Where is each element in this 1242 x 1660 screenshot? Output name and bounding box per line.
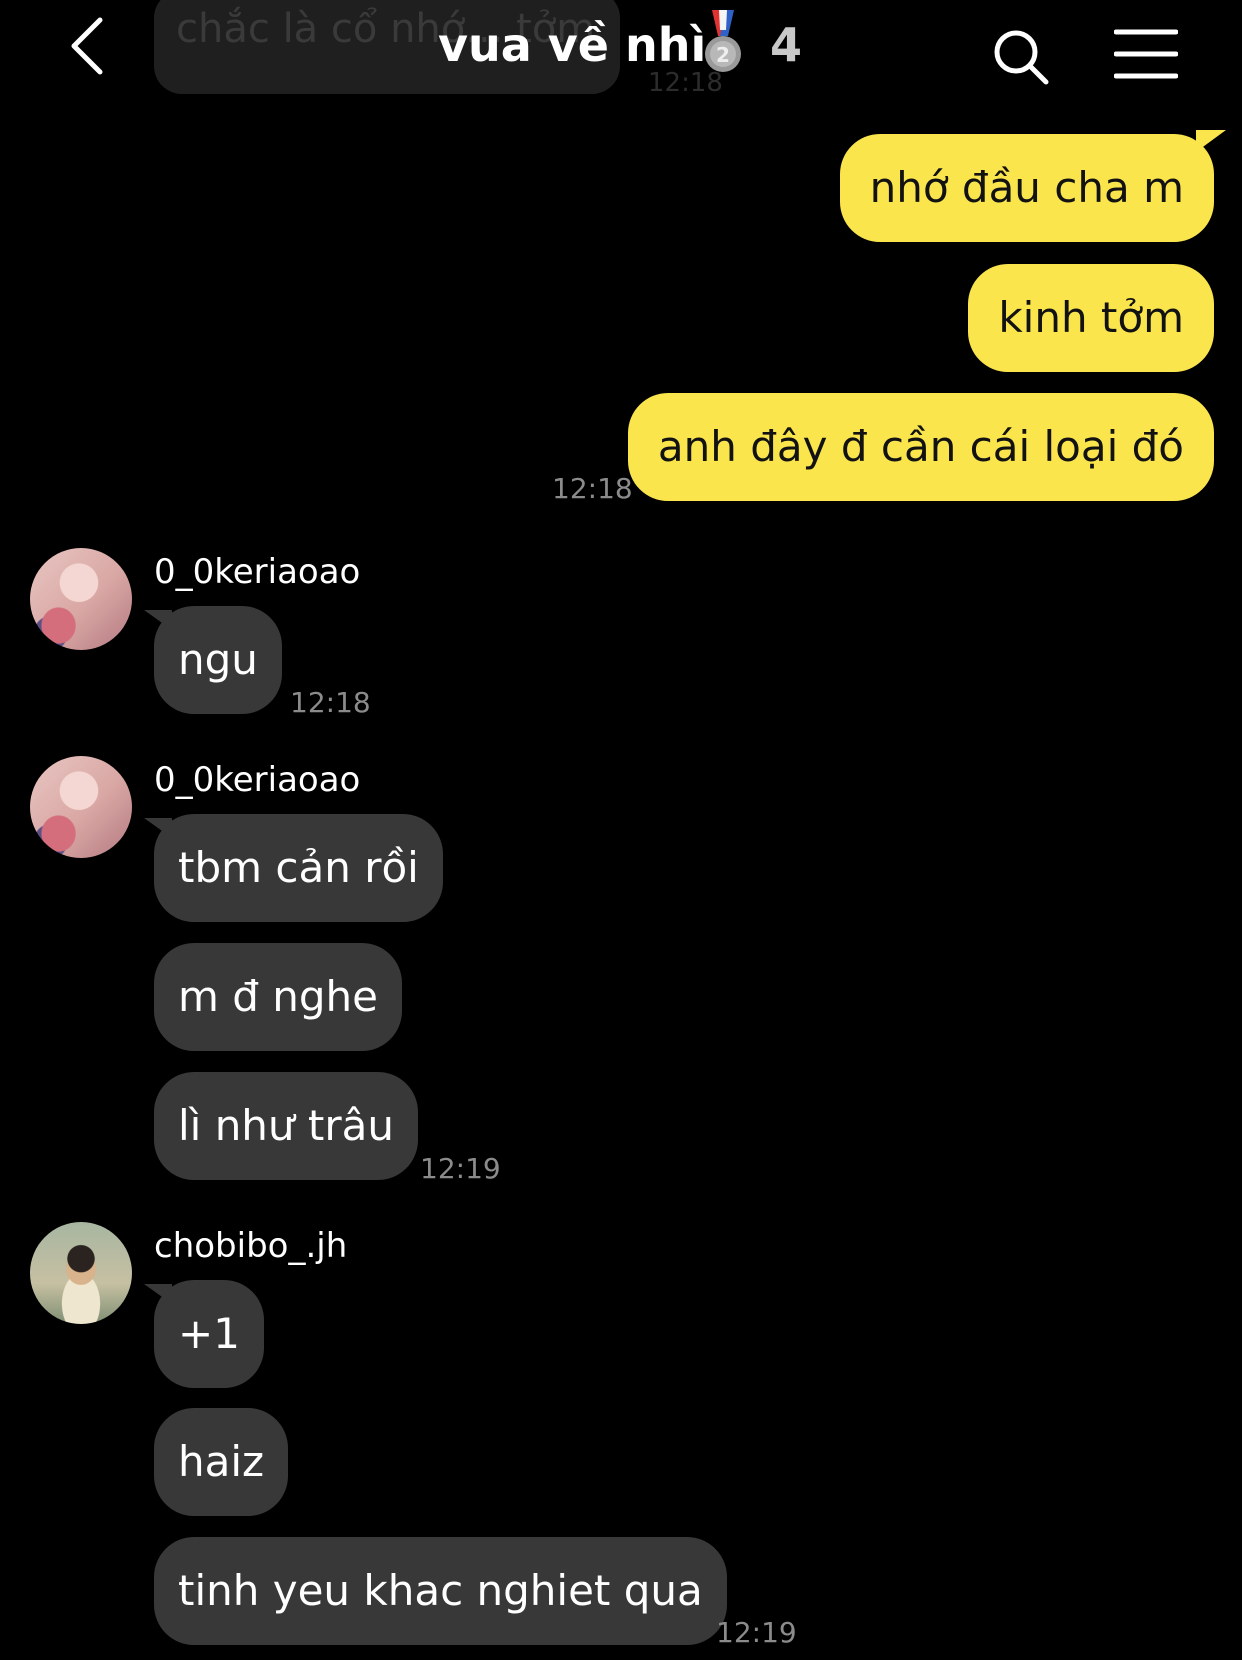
avatar[interactable]	[30, 756, 132, 858]
my-message-bubble[interactable]: nhớ đầu cha m	[839, 130, 1226, 242]
message-timestamp: 12:19	[420, 1152, 501, 1185]
their-message-text: m đ nghe	[178, 972, 379, 1021]
their-message-text: tinh yeu khac nghiet qua	[178, 1566, 703, 1615]
my-message-text: nhớ đầu cha m	[869, 163, 1184, 212]
my-message-bubble[interactable]: anh đây đ cần cái loại đó	[627, 393, 1214, 501]
their-message-bubble[interactable]: lì như trâu	[154, 1072, 418, 1180]
sender-name: 0_0keriaoao	[154, 552, 361, 592]
my-message-text: kinh tởm	[998, 293, 1184, 342]
message-timestamp: 12:18	[552, 472, 633, 505]
message-timestamp: 12:18	[290, 686, 371, 719]
their-message-bubble[interactable]: +1	[144, 1280, 264, 1388]
menu-icon	[1113, 29, 1179, 79]
back-arrow-icon	[71, 17, 103, 75]
their-message-bubble[interactable]: tbm cản rồi	[144, 814, 443, 922]
search-icon	[994, 30, 1049, 85]
my-message-bubble[interactable]: kinh tởm	[968, 264, 1214, 372]
their-message-bubble[interactable]: ngu	[144, 606, 282, 714]
sender-name: chobibo_.jh	[154, 1226, 348, 1266]
search-button[interactable]	[992, 28, 1050, 86]
their-message-bubble[interactable]: haiz	[154, 1408, 289, 1516]
their-message-text: +1	[178, 1309, 240, 1358]
my-message-text: anh đây đ cần cái loại đó	[657, 422, 1184, 471]
medal-silver-2-icon: 2	[702, 10, 744, 76]
message-timestamp: 12:19	[716, 1616, 797, 1649]
their-message-bubble[interactable]: m đ nghe	[154, 943, 403, 1051]
avatar[interactable]	[30, 1222, 132, 1324]
their-message-text: haiz	[178, 1437, 265, 1486]
chat-title: vua về nhì	[438, 18, 707, 72]
sender-name: 0_0keriaoao	[154, 760, 361, 800]
their-message-text: lì như trâu	[178, 1101, 394, 1150]
their-message-text: tbm cản rồi	[178, 843, 419, 892]
menu-button[interactable]	[1113, 28, 1179, 80]
svg-text:2: 2	[716, 43, 730, 67]
member-count: 4	[770, 18, 803, 72]
their-message-text: ngu	[178, 635, 258, 684]
their-message-bubble[interactable]: tinh yeu khac nghiet qua	[154, 1537, 727, 1645]
back-button[interactable]	[64, 14, 114, 78]
avatar[interactable]	[30, 548, 132, 650]
